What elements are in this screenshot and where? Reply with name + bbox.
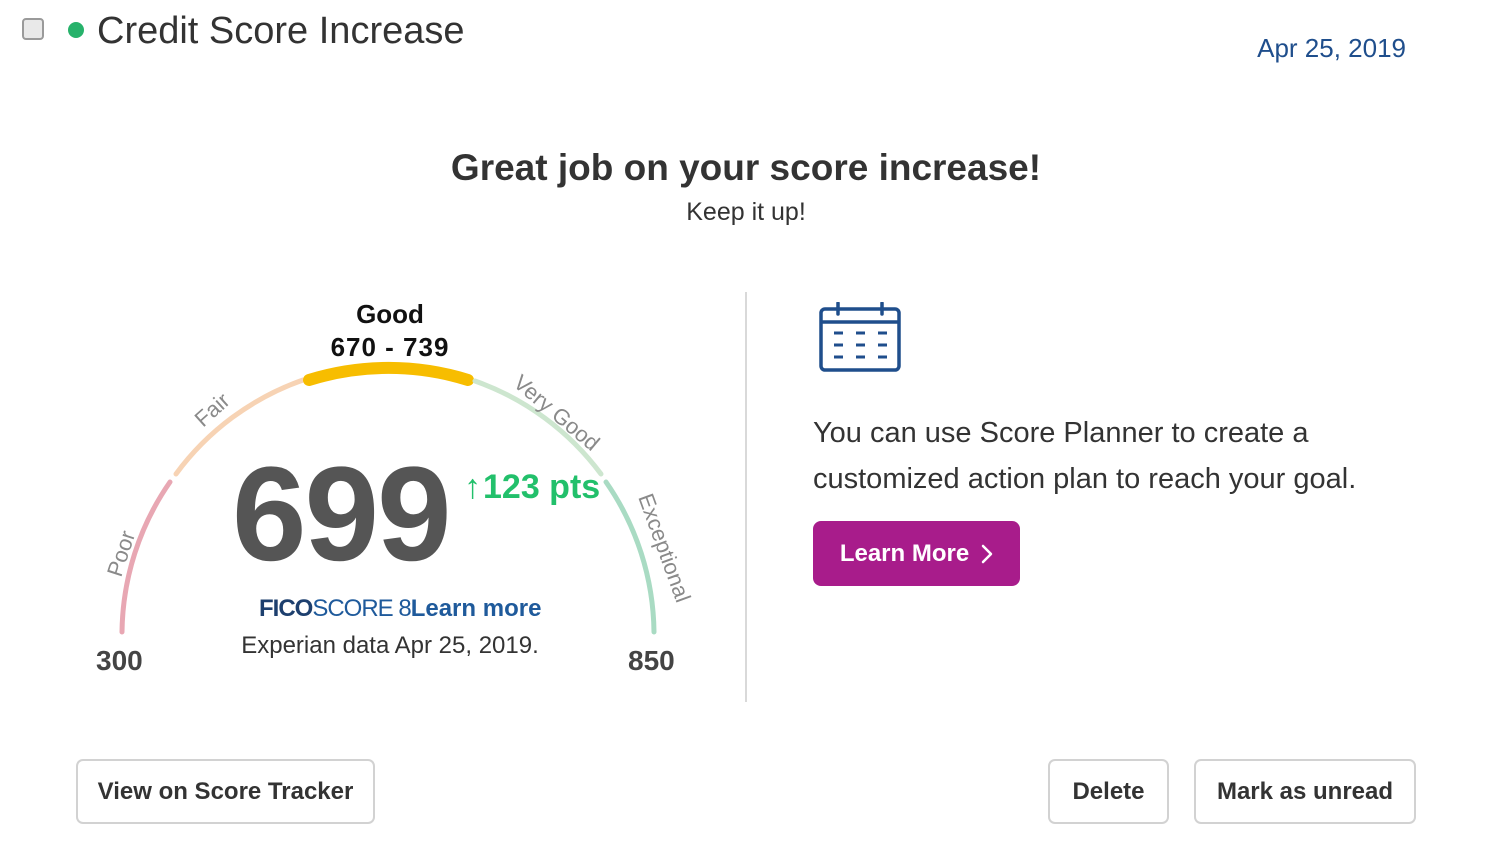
mark-as-unread-button[interactable]: Mark as unread: [1194, 759, 1416, 824]
view-on-score-tracker-button[interactable]: View on Score Tracker: [76, 759, 375, 824]
credit-score-value: 699: [232, 440, 452, 589]
chevron-right-icon: [981, 544, 993, 563]
calendar-icon: [819, 302, 901, 372]
fico-learn-more-link[interactable]: Learn more: [411, 595, 542, 622]
learn-more-label: Learn More: [839, 539, 970, 567]
fico-brand-logo: FICO: [259, 595, 313, 622]
data-source-text: Experian data Apr 25, 2019.: [241, 632, 539, 659]
gauge-max-score: 850: [628, 645, 675, 676]
current-range-name: Good: [356, 299, 424, 329]
delete-button[interactable]: Delete: [1048, 759, 1169, 824]
gauge-label-exceptional: Exceptional: [633, 490, 695, 605]
learn-more-button[interactable]: Learn More: [813, 521, 1020, 586]
gauge-label-fair: Fair: [190, 388, 235, 432]
score-change-value: 123 pts: [483, 468, 601, 506]
up-arrow-icon: ↑: [464, 468, 481, 506]
fico-score-line: FICOSCORE 8Learn more: [259, 595, 541, 623]
current-range-values: 670 - 739: [330, 332, 450, 362]
alert-date: Apr 25, 2019: [1257, 33, 1406, 63]
fico-score-model: SCORE 8: [312, 595, 411, 622]
gauge-min-score: 300: [96, 645, 143, 676]
score-planner-text: You can use Score Planner to create a cu…: [813, 417, 1357, 495]
gauge-label-very-good: Very Good: [509, 370, 605, 456]
section-divider: [745, 292, 747, 702]
score-change: ↑123 pts: [464, 468, 600, 507]
gauge-segment-good: [303, 361, 474, 386]
